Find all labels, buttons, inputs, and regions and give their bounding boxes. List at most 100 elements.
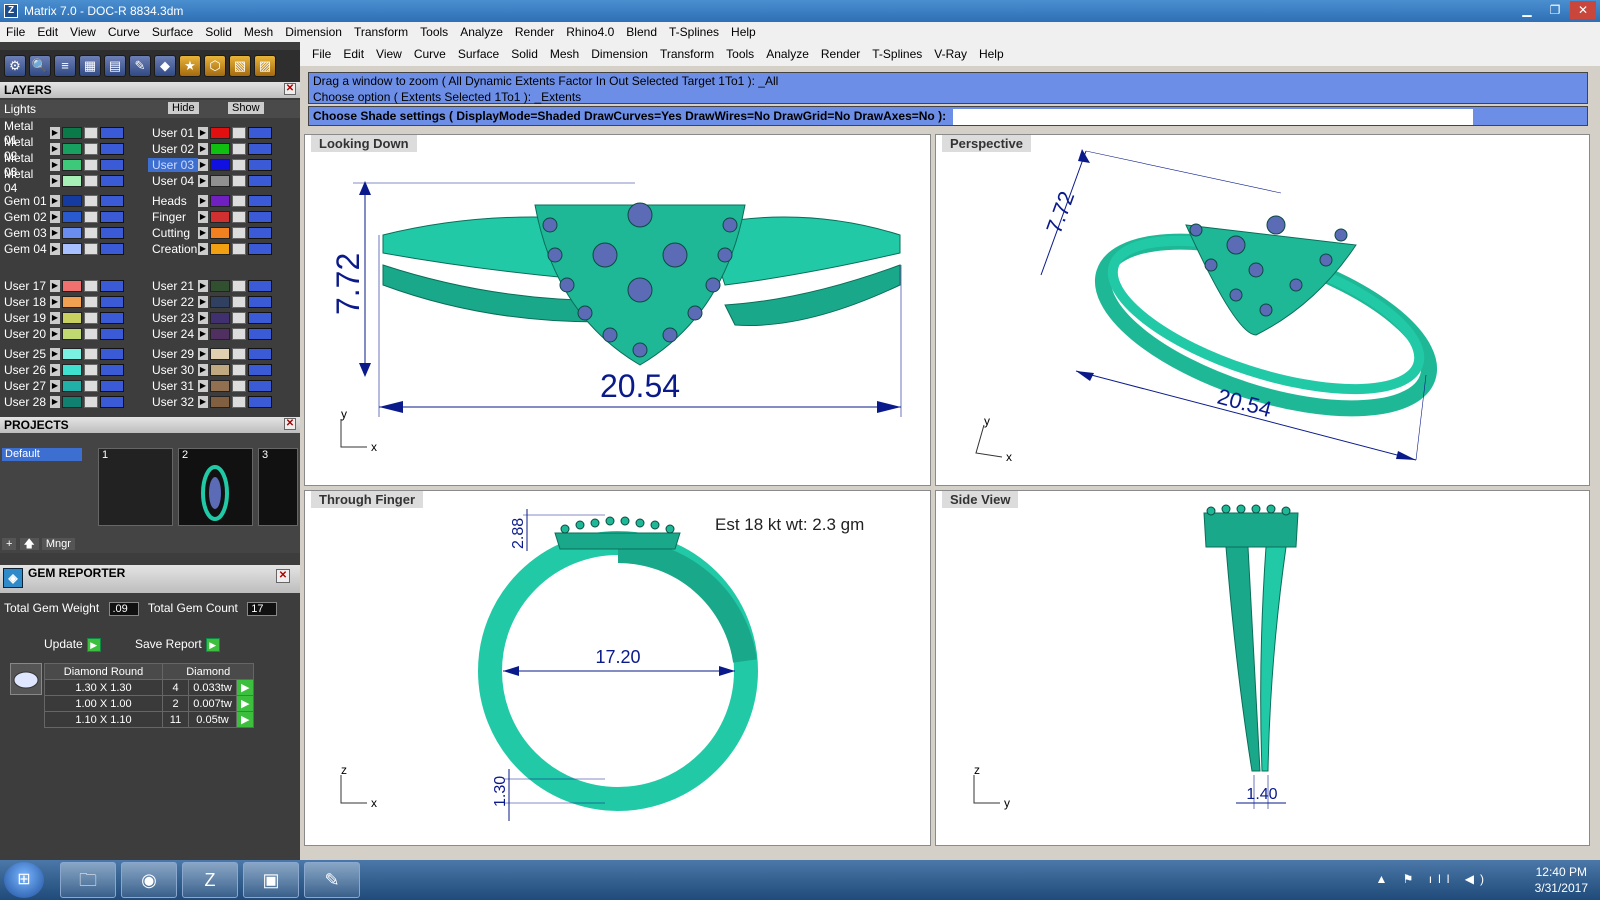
lock-icon[interactable] bbox=[84, 159, 98, 171]
arrow-icon[interactable]: ▶ bbox=[198, 348, 208, 360]
maximize-button[interactable]: ❐ bbox=[1542, 1, 1568, 19]
up-project-button[interactable]: 🡅 bbox=[19, 538, 39, 550]
lock-icon[interactable] bbox=[232, 280, 246, 292]
update-button[interactable]: Update ▶ bbox=[44, 637, 101, 652]
menu-item-analyze[interactable]: Analyze bbox=[454, 25, 509, 39]
visibility-toggle[interactable] bbox=[100, 175, 124, 187]
layer-row[interactable]: Heads ▶ bbox=[148, 193, 272, 209]
menu-item-blend[interactable]: Blend bbox=[620, 25, 663, 39]
layer-color-swatch[interactable] bbox=[210, 396, 230, 408]
layer-color-swatch[interactable] bbox=[62, 312, 82, 324]
viewport-label[interactable]: Perspective bbox=[942, 135, 1031, 152]
lock-icon[interactable] bbox=[232, 364, 246, 376]
lock-icon[interactable] bbox=[84, 143, 98, 155]
layer-color-swatch[interactable] bbox=[62, 280, 82, 292]
menu-item-curve[interactable]: Curve bbox=[102, 25, 146, 39]
menu-item-solid[interactable]: Solid bbox=[199, 25, 238, 39]
layer-row[interactable]: User 23 ▶ bbox=[148, 310, 272, 326]
layer-color-swatch[interactable] bbox=[210, 243, 230, 255]
layer-color-swatch[interactable] bbox=[62, 364, 82, 376]
layer-color-swatch[interactable] bbox=[210, 312, 230, 324]
visibility-toggle[interactable] bbox=[248, 243, 272, 255]
menu-item-analyze[interactable]: Analyze bbox=[760, 47, 815, 61]
menu-item-curve[interactable]: Curve bbox=[408, 47, 452, 61]
layer-row[interactable]: User 19 ▶ bbox=[0, 310, 124, 326]
menu-item-file[interactable]: File bbox=[0, 25, 31, 39]
visibility-toggle[interactable] bbox=[248, 312, 272, 324]
layer-color-swatch[interactable] bbox=[210, 143, 230, 155]
arrow-icon[interactable]: ▶ bbox=[198, 364, 208, 376]
menu-item-surface[interactable]: Surface bbox=[452, 47, 505, 61]
layer-row[interactable]: User 01 ▶ bbox=[148, 125, 272, 141]
lock-icon[interactable] bbox=[232, 127, 246, 139]
menu-item-v-ray[interactable]: V-Ray bbox=[928, 47, 973, 61]
project-default[interactable]: Default bbox=[2, 448, 82, 461]
arrow-icon[interactable]: ▶ bbox=[50, 296, 60, 308]
arrow-icon[interactable]: ▶ bbox=[198, 380, 208, 392]
lock-icon[interactable] bbox=[232, 211, 246, 223]
visibility-toggle[interactable] bbox=[100, 227, 124, 239]
visibility-toggle[interactable] bbox=[100, 127, 124, 139]
lock-icon[interactable] bbox=[232, 195, 246, 207]
lock-icon[interactable] bbox=[84, 175, 98, 187]
arrow-icon[interactable]: ▶ bbox=[198, 280, 208, 292]
menu-item-transform[interactable]: Transform bbox=[348, 25, 414, 39]
visibility-toggle[interactable] bbox=[100, 243, 124, 255]
lock-icon[interactable] bbox=[232, 159, 246, 171]
visibility-toggle[interactable] bbox=[100, 143, 124, 155]
lock-icon[interactable] bbox=[84, 227, 98, 239]
visibility-toggle[interactable] bbox=[100, 195, 124, 207]
layer-row[interactable]: User 31 ▶ bbox=[148, 378, 272, 394]
visibility-toggle[interactable] bbox=[100, 280, 124, 292]
save-report-button[interactable]: Save Report ▶ bbox=[135, 637, 220, 652]
lock-icon[interactable] bbox=[232, 296, 246, 308]
visibility-toggle[interactable] bbox=[248, 364, 272, 376]
visibility-toggle[interactable] bbox=[248, 280, 272, 292]
arrow-icon[interactable]: ▶ bbox=[198, 328, 208, 340]
layer-row[interactable]: User 30 ▶ bbox=[148, 362, 272, 378]
layer-color-swatch[interactable] bbox=[210, 364, 230, 376]
arrow-icon[interactable]: ▶ bbox=[198, 143, 208, 155]
lock-icon[interactable] bbox=[84, 380, 98, 392]
arrow-icon[interactable]: ▶ bbox=[50, 364, 60, 376]
lock-icon[interactable] bbox=[232, 312, 246, 324]
gem-row[interactable]: 1.00 X 1.00 2 0.007tw ▶ bbox=[44, 695, 255, 712]
command-input[interactable] bbox=[953, 108, 1474, 125]
matrix-icon[interactable]: Z bbox=[182, 862, 238, 898]
arrow-icon[interactable]: ▶ bbox=[50, 312, 60, 324]
layer-row[interactable]: Creation ▶ bbox=[148, 241, 272, 257]
viewport-label[interactable]: Through Finger bbox=[311, 491, 424, 508]
play-icon[interactable]: ▶ bbox=[235, 679, 255, 696]
visibility-toggle[interactable] bbox=[100, 380, 124, 392]
layers-icon[interactable]: ≡ bbox=[54, 55, 76, 77]
layer-color-swatch[interactable] bbox=[210, 227, 230, 239]
close-icon[interactable]: ✕ bbox=[284, 83, 296, 95]
menu-item-edit[interactable]: Edit bbox=[337, 47, 370, 61]
layer-color-swatch[interactable] bbox=[62, 175, 82, 187]
box-icon[interactable]: ▦ bbox=[79, 55, 101, 77]
arrow-icon[interactable]: ▶ bbox=[50, 159, 60, 171]
layer-row[interactable]: Gem 04 ▶ bbox=[0, 241, 124, 257]
arrow-icon[interactable]: ▶ bbox=[198, 312, 208, 324]
arrow-icon[interactable]: ▶ bbox=[198, 175, 208, 187]
lock-icon[interactable] bbox=[84, 328, 98, 340]
menu-item-tools[interactable]: Tools bbox=[414, 25, 454, 39]
clock[interactable]: 12:40 PM 3/31/2017 bbox=[1535, 864, 1588, 896]
layer-color-swatch[interactable] bbox=[210, 280, 230, 292]
play-icon[interactable]: ▶ bbox=[235, 711, 255, 728]
snap-icon[interactable]: ⬡ bbox=[204, 55, 226, 77]
menu-item-view[interactable]: View bbox=[370, 47, 408, 61]
layer-row[interactable]: User 24 ▶ bbox=[148, 326, 272, 342]
visibility-toggle[interactable] bbox=[100, 312, 124, 324]
add-project-button[interactable]: + bbox=[2, 538, 17, 550]
visibility-toggle[interactable] bbox=[100, 211, 124, 223]
system-tray[interactable]: ▲ ⚑ ıll ◀) bbox=[1375, 872, 1490, 886]
visibility-toggle[interactable] bbox=[248, 175, 272, 187]
arrow-icon[interactable]: ▶ bbox=[50, 243, 60, 255]
layer-row[interactable]: User 02 ▶ bbox=[148, 141, 272, 157]
close-icon[interactable]: ✕ bbox=[276, 569, 290, 583]
arrow-icon[interactable]: ▶ bbox=[198, 195, 208, 207]
arrow-icon[interactable]: ▶ bbox=[50, 396, 60, 408]
visibility-toggle[interactable] bbox=[248, 211, 272, 223]
arrow-icon[interactable]: ▶ bbox=[50, 211, 60, 223]
